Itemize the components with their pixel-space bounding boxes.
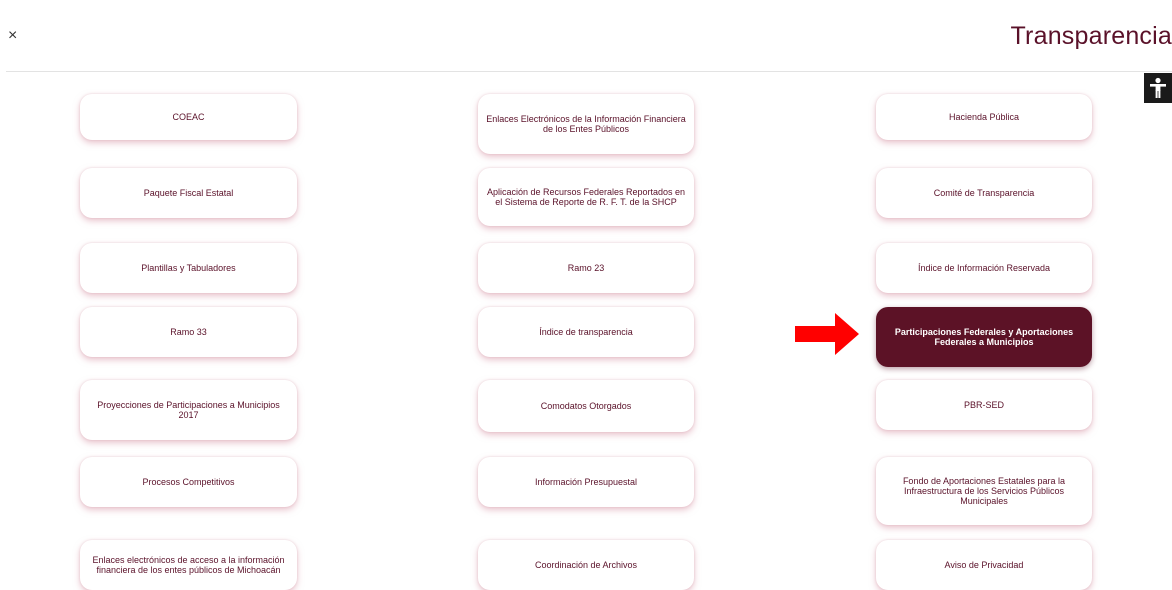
tile-ramo-23[interactable]: Ramo 23 bbox=[478, 243, 694, 293]
tile-label: Procesos Competitivos bbox=[142, 477, 235, 487]
close-button[interactable]: × bbox=[8, 28, 17, 44]
tile-ramo-33[interactable]: Ramo 33 bbox=[80, 307, 297, 357]
tile-paquete-fiscal[interactable]: Paquete Fiscal Estatal bbox=[80, 168, 297, 218]
tile-comodatos[interactable]: Comodatos Otorgados bbox=[478, 380, 694, 432]
arrow-right-icon bbox=[795, 313, 859, 355]
tile-label: Paquete Fiscal Estatal bbox=[143, 188, 234, 198]
tile-label: Índice de transparencia bbox=[539, 327, 633, 337]
tile-pbr-sed[interactable]: PBR-SED bbox=[876, 380, 1092, 430]
tile-enlaces-electronicos[interactable]: Enlaces Electrónicos de la Información F… bbox=[478, 94, 694, 154]
tile-plantillas[interactable]: Plantillas y Tabuladores bbox=[80, 243, 297, 293]
tile-coordinacion-archivos[interactable]: Coordinación de Archivos bbox=[478, 540, 694, 590]
tile-indice-reservada[interactable]: Índice de Información Reservada bbox=[876, 243, 1092, 293]
tile-label: COEAC bbox=[172, 112, 205, 122]
tile-label: Comité de Transparencia bbox=[933, 188, 1035, 198]
tile-participaciones-federales[interactable]: Participaciones Federales y Aportaciones… bbox=[876, 307, 1092, 367]
tile-label: Enlaces Electrónicos de la Información F… bbox=[486, 114, 686, 134]
accessibility-icon bbox=[1150, 77, 1166, 98]
tile-label: Comodatos Otorgados bbox=[540, 401, 632, 411]
accessibility-button[interactable] bbox=[1144, 73, 1172, 103]
tile-indice-transparencia[interactable]: Índice de transparencia bbox=[478, 307, 694, 357]
tile-label: PBR-SED bbox=[963, 400, 1004, 410]
tile-label: Aplicación de Recursos Federales Reporta… bbox=[486, 187, 686, 207]
tile-label: Información Presupuestal bbox=[534, 477, 638, 487]
tile-label: Coordinación de Archivos bbox=[534, 560, 638, 570]
tile-label: Ramo 33 bbox=[170, 327, 207, 337]
tile-aviso-privacidad[interactable]: Aviso de Privacidad bbox=[876, 540, 1092, 590]
tile-label: Plantillas y Tabuladores bbox=[141, 263, 236, 273]
tile-hacienda-publica[interactable]: Hacienda Pública bbox=[876, 94, 1092, 140]
tile-label: Ramo 23 bbox=[567, 263, 605, 273]
tile-label: Enlaces electrónicos de acceso a la info… bbox=[92, 555, 285, 575]
tile-label: Participaciones Federales y Aportaciones… bbox=[894, 327, 1074, 347]
tile-comite-transparencia[interactable]: Comité de Transparencia bbox=[876, 168, 1092, 218]
tile-label: Fondo de Aportaciones Estatales para la … bbox=[902, 476, 1066, 506]
tile-label: Proyecciones de Participaciones a Munici… bbox=[97, 400, 280, 420]
page-title: Transparencia bbox=[1010, 22, 1172, 50]
tile-label: Aviso de Privacidad bbox=[944, 560, 1024, 570]
tile-informacion-presupuestal[interactable]: Información Presupuestal bbox=[478, 457, 694, 507]
tile-label: Hacienda Pública bbox=[948, 112, 1020, 122]
tile-aplicacion-recursos[interactable]: Aplicación de Recursos Federales Reporta… bbox=[478, 168, 694, 226]
tile-procesos-competitivos[interactable]: Procesos Competitivos bbox=[80, 457, 297, 507]
tile-proyecciones[interactable]: Proyecciones de Participaciones a Munici… bbox=[80, 380, 297, 440]
tile-fondo-aportaciones[interactable]: Fondo de Aportaciones Estatales para la … bbox=[876, 457, 1092, 525]
tile-label: Índice de Información Reservada bbox=[917, 263, 1051, 273]
tile-enlaces-michoacan[interactable]: Enlaces electrónicos de acceso a la info… bbox=[80, 540, 297, 590]
header-divider bbox=[6, 71, 1172, 72]
tile-coeac[interactable]: COEAC bbox=[80, 94, 297, 140]
